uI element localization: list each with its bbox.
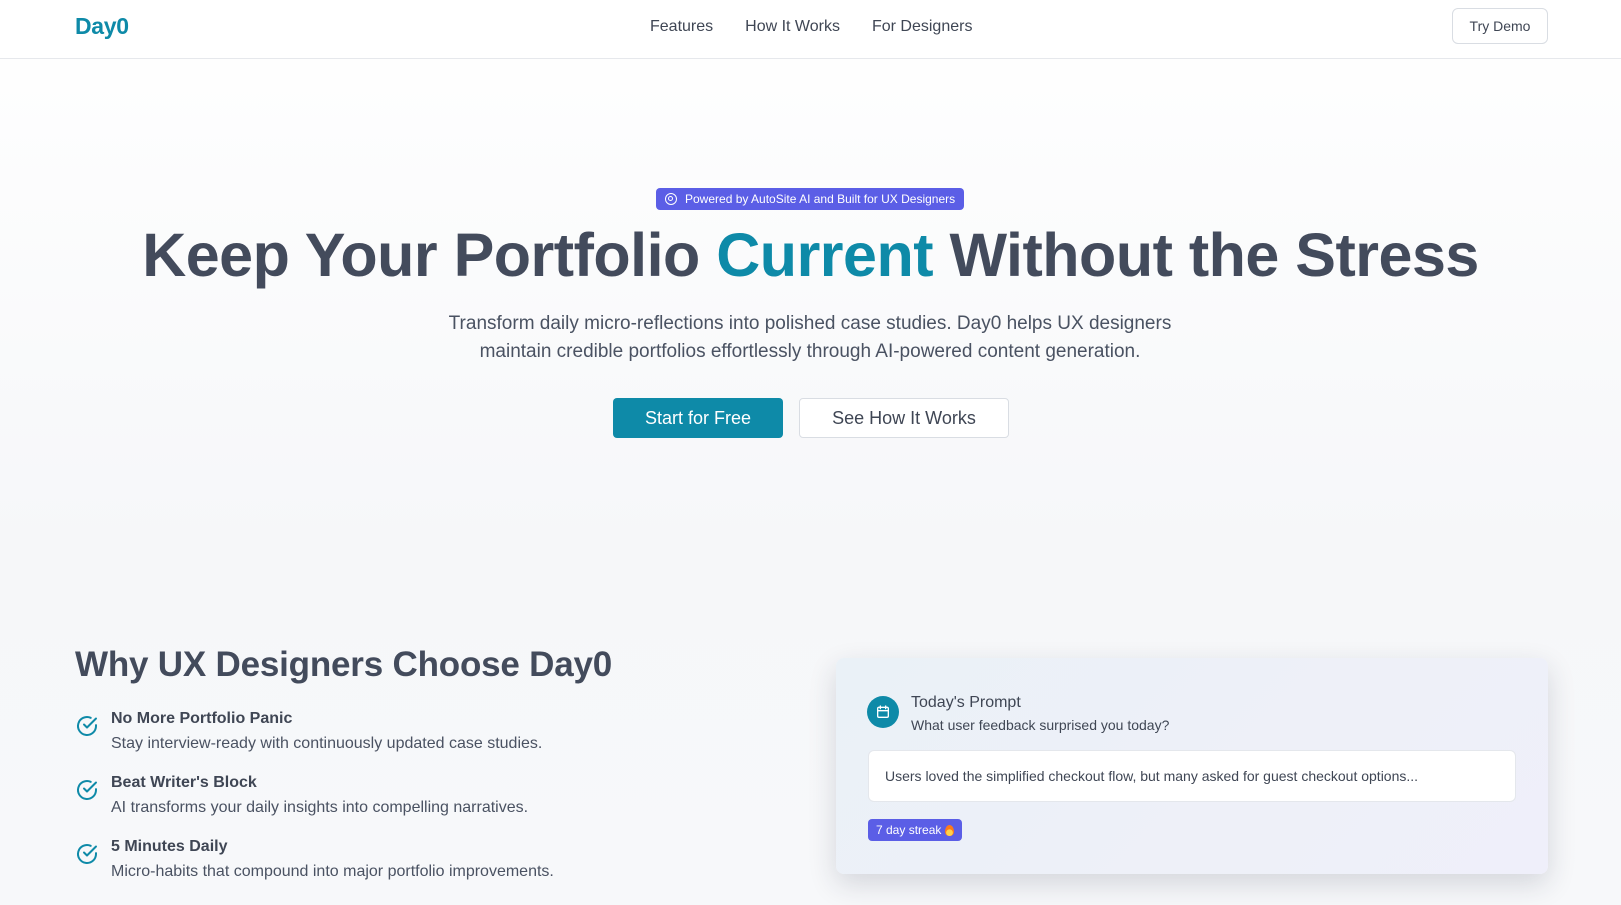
hero-headline: Keep Your Portfolio Current Without the … <box>0 220 1621 290</box>
target-icon <box>665 193 677 205</box>
try-demo-button[interactable]: Try Demo <box>1452 8 1548 44</box>
nav-links: Features How It Works For Designers <box>650 18 972 36</box>
check-circle-icon <box>77 844 97 864</box>
headline-part-2: Without the Stress <box>933 221 1479 289</box>
reflection-response-box[interactable]: Users loved the simplified checkout flow… <box>868 750 1516 802</box>
hero-subheading: Transform daily micro-reflections into p… <box>410 310 1210 366</box>
calendar-icon <box>867 696 899 728</box>
benefit-title: 5 Minutes Daily <box>111 838 228 855</box>
badge-label: Powered by AutoSite AI and Built for UX … <box>685 192 956 206</box>
response-text: Users loved the simplified checkout flow… <box>885 768 1419 784</box>
prompt-question: What user feedback surprised you today? <box>911 717 1170 733</box>
benefit-description: Stay interview-ready with continuously u… <box>111 735 543 752</box>
daily-prompt-card: Today's Prompt What user feedback surpri… <box>836 658 1548 874</box>
headline-accent: Current <box>716 221 934 289</box>
powered-by-badge: Powered by AutoSite AI and Built for UX … <box>656 188 965 210</box>
headline-part-1: Keep Your Portfolio <box>142 221 717 289</box>
see-how-it-works-button[interactable]: See How It Works <box>799 398 1009 438</box>
streak-badge: 7 day streak <box>868 819 963 841</box>
benefit-description: AI transforms your daily insights into c… <box>111 799 529 816</box>
prompt-title: Today's Prompt <box>911 694 1021 711</box>
subhead-line-1: Transform daily micro-reflections into p… <box>448 313 1172 334</box>
top-nav: Day0 Features How It Works For Designers… <box>0 0 1621 59</box>
nav-link-features[interactable]: Features <box>650 18 713 36</box>
subhead-line-2: maintain credible portfolios effortlessl… <box>479 341 1141 362</box>
why-section-title: Why UX Designers Choose Day0 <box>75 645 613 684</box>
benefit-description: Micro-habits that compound into major po… <box>111 863 554 880</box>
benefit-title: Beat Writer's Block <box>111 774 257 791</box>
benefit-title: No More Portfolio Panic <box>111 710 293 727</box>
nav-link-how-it-works[interactable]: How It Works <box>745 18 840 36</box>
nav-link-for-designers[interactable]: For Designers <box>872 18 972 36</box>
check-circle-icon <box>77 780 97 800</box>
check-circle-icon <box>77 716 97 736</box>
streak-label: 7 day streak <box>876 823 942 837</box>
logo[interactable]: Day0 <box>75 13 129 40</box>
start-for-free-button[interactable]: Start for Free <box>613 398 783 438</box>
flame-icon <box>945 824 955 836</box>
